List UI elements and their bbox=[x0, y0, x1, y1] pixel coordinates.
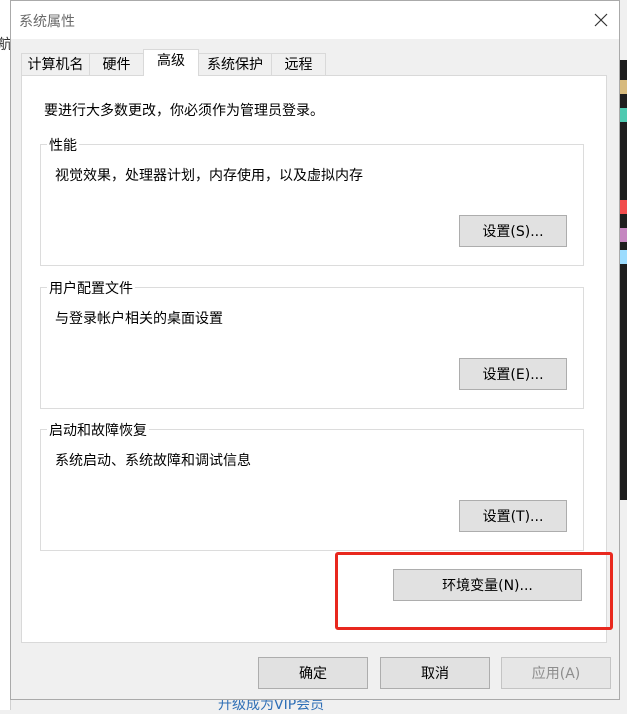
close-button[interactable] bbox=[587, 7, 615, 33]
annotation-highlight-box bbox=[335, 552, 613, 630]
background-editor-strip bbox=[619, 60, 627, 500]
ok-button[interactable]: 确定 bbox=[258, 657, 368, 689]
cancel-button[interactable]: 取消 bbox=[380, 657, 490, 689]
performance-group: 性能 视觉效果，处理器计划，内存使用，以及虚拟内存 设置(S)... bbox=[40, 135, 584, 266]
admin-notice: 要进行大多数更改，你必须作为管理员登录。 bbox=[44, 103, 324, 119]
window-title: 系统属性 bbox=[19, 14, 75, 30]
startup-recovery-group: 启动和故障恢复 系统启动、系统故障和调试信息 设置(T)... bbox=[40, 420, 584, 551]
tab-system-protection[interactable]: 系统保护 bbox=[198, 53, 272, 75]
performance-settings-button[interactable]: 设置(S)... bbox=[459, 215, 567, 247]
tab-advanced[interactable]: 高级 bbox=[143, 49, 199, 76]
apply-button: 应用(A) bbox=[501, 657, 611, 689]
user-profiles-group: 用户配置文件 与登录帐户相关的桌面设置 设置(E)... bbox=[40, 278, 584, 409]
performance-description: 视觉效果，处理器计划，内存使用，以及虚拟内存 bbox=[55, 168, 363, 184]
user-profiles-description: 与登录帐户相关的桌面设置 bbox=[55, 311, 223, 327]
performance-group-title: 性能 bbox=[47, 135, 79, 155]
title-bar[interactable]: 系统属性 bbox=[11, 1, 619, 39]
user-profiles-group-title: 用户配置文件 bbox=[47, 278, 135, 298]
user-profiles-settings-button[interactable]: 设置(E)... bbox=[459, 358, 567, 390]
startup-recovery-group-title: 启动和故障恢复 bbox=[47, 420, 149, 440]
close-icon bbox=[594, 13, 608, 27]
tab-hardware[interactable]: 硬件 bbox=[89, 53, 144, 75]
tab-remote[interactable]: 远程 bbox=[271, 53, 326, 75]
tab-computer-name[interactable]: 计算机名 bbox=[21, 53, 90, 75]
startup-recovery-description: 系统启动、系统故障和调试信息 bbox=[55, 453, 251, 469]
startup-recovery-settings-button[interactable]: 设置(T)... bbox=[459, 500, 567, 532]
